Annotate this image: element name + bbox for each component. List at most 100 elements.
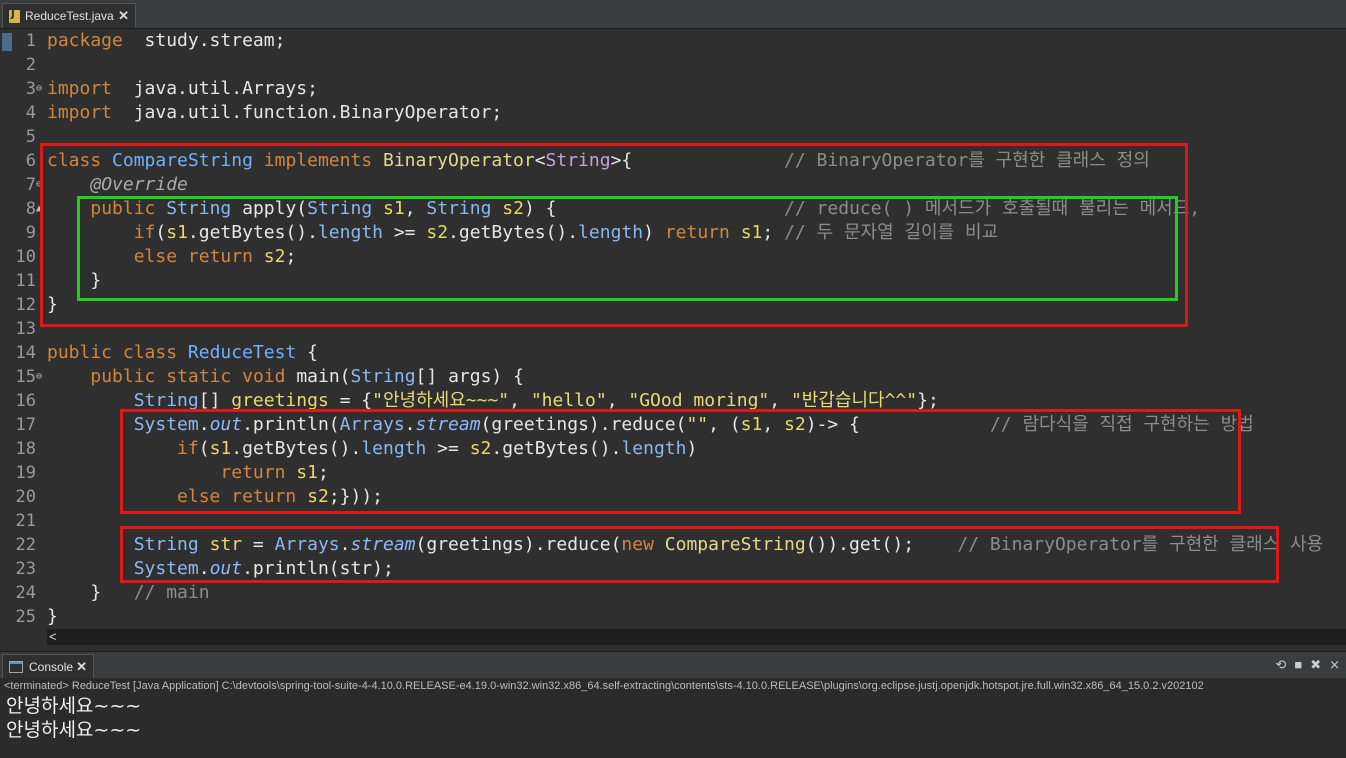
code-token: .getBytes(). — [187, 222, 318, 243]
code-token: if — [177, 438, 199, 459]
fold-icon[interactable]: ⊖ — [36, 173, 45, 197]
line-number: 21 — [15, 511, 36, 531]
line-number: 15 — [15, 367, 36, 387]
code-token: , — [404, 198, 427, 219]
line-number: 11 — [15, 271, 36, 291]
console-tab[interactable]: Console ✕ — [2, 654, 94, 678]
code-token: out — [209, 414, 243, 435]
code-token: static — [166, 366, 232, 387]
code-token: String — [133, 390, 199, 411]
code-token: str — [209, 534, 243, 555]
code-token: out — [209, 558, 243, 579]
java-file-icon — [9, 9, 20, 23]
scroll-left-icon[interactable]: < — [49, 629, 57, 644]
line-number: 12 — [15, 295, 36, 315]
code-token: } — [47, 582, 102, 603]
code-text: import java.util.Arrays; — [47, 77, 318, 101]
code-token: >{ — [610, 150, 633, 171]
code-token: return — [187, 246, 253, 267]
code-text: else return s2; — [47, 245, 297, 269]
code-text: return s1; — [47, 461, 329, 485]
code-token: "GOod moring" — [628, 390, 770, 411]
remove-launch-icon[interactable]: ✖ — [1310, 657, 1321, 673]
code-token: s2 — [263, 246, 286, 267]
code-token: class — [122, 342, 178, 363]
console-output[interactable]: 안녕하세요~~~ 안녕하세요~~~ — [0, 694, 1346, 758]
code-token: if — [133, 222, 156, 243]
console-output-line: 안녕하세요~~~ — [6, 719, 142, 741]
code-token: main — [296, 366, 340, 387]
console-tab-title: Console — [29, 659, 74, 674]
code-token: s1 — [740, 222, 763, 243]
remove-all-icon[interactable]: ⨯ — [1329, 657, 1340, 673]
horizontal-scrollbar[interactable]: < — [47, 629, 1346, 645]
code-token: [] — [198, 390, 232, 411]
code-token: "안녕하세요~~~" — [372, 390, 510, 411]
code-token: ) — [686, 438, 698, 459]
code-text: @Override — [47, 173, 188, 197]
code-token: // 두 문자열 길이를 비교 — [784, 222, 999, 243]
fold-icon[interactable]: ⊖ — [36, 77, 45, 101]
fold-icon[interactable]: ▲ — [36, 197, 45, 221]
code-token: greetings — [231, 390, 329, 411]
code-token: } — [47, 270, 102, 291]
line-number: 1 — [25, 31, 36, 51]
code-token: public — [90, 198, 156, 219]
line-number: 24 — [15, 583, 36, 603]
code-token: , — [769, 390, 791, 411]
code-token: , ( — [708, 414, 741, 435]
code-token: ( — [155, 222, 167, 243]
code-token: s2 — [502, 198, 524, 219]
code-token: .println( — [242, 414, 340, 435]
code-token: ReduceTest — [187, 342, 297, 363]
code-token: ; — [317, 462, 329, 483]
code-token: else — [177, 486, 221, 507]
line-number: 22 — [15, 535, 36, 555]
console-status: <terminated> ReduceTest [Java Applicatio… — [0, 678, 1346, 694]
close-icon[interactable]: ✕ — [118, 8, 129, 24]
code-token: @Override — [90, 174, 188, 195]
code-token: } — [47, 606, 58, 627]
code-token: length — [578, 222, 644, 243]
code-token: , — [606, 390, 629, 411]
code-token: ; — [285, 246, 297, 267]
editor-tab-reducetest[interactable]: ReduceTest.java ✕ — [2, 3, 136, 28]
editor-tab-title: ReduceTest.java — [25, 9, 114, 23]
code-token: , — [509, 390, 531, 411]
code-token: void — [242, 366, 286, 387]
code-token: return — [220, 462, 286, 483]
code-text: System.out.println(Arrays.stream(greetin… — [47, 413, 1254, 437]
code-token: ; — [762, 222, 785, 243]
code-token: java.util.function.BinaryOperator; — [112, 102, 503, 123]
line-number: 23 — [15, 559, 36, 579]
code-editor[interactable]: 1 package study.stream; 2 3 ⊖ import java.uti… — [0, 29, 1346, 629]
close-icon[interactable]: ✕ — [76, 659, 87, 675]
code-token: s2 — [307, 486, 329, 507]
code-token: length — [361, 438, 427, 459]
code-text: else return s2;})); — [47, 485, 383, 509]
code-token: BinaryOperator — [382, 150, 535, 171]
code-text: public String apply(String s1, String s2… — [47, 197, 1200, 221]
code-token: String — [545, 150, 611, 171]
terminate-icon[interactable]: ■ — [1294, 657, 1302, 673]
code-text: import java.util.function.BinaryOperator… — [47, 101, 502, 125]
code-token: ( — [296, 198, 308, 219]
pin-refresh-icon[interactable]: ⟲ — [1275, 657, 1286, 673]
code-text: public class ReduceTest { — [47, 341, 318, 365]
code-token: length — [621, 438, 687, 459]
code-token: s2 — [426, 222, 449, 243]
line-number: 18 — [15, 439, 36, 459]
fold-icon[interactable]: ⊖ — [36, 365, 45, 389]
